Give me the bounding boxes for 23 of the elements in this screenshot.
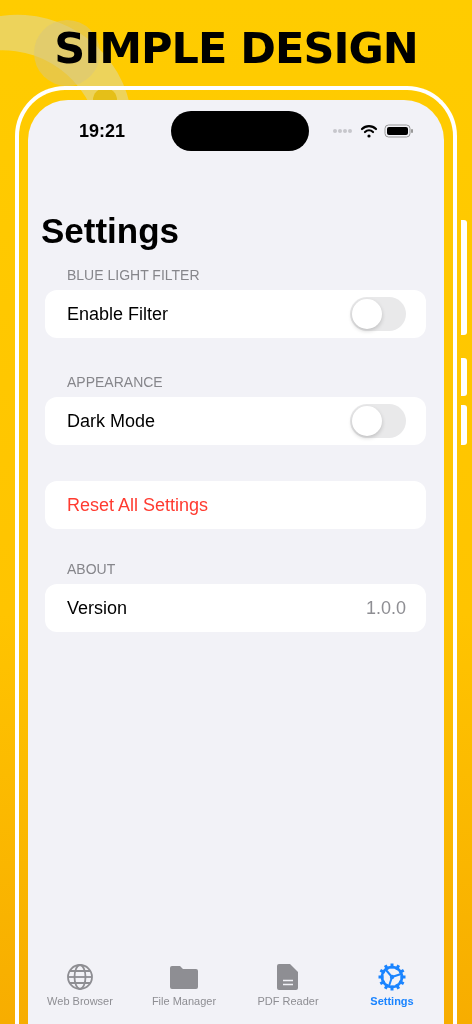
reset-button[interactable]: Reset All Settings (45, 481, 426, 529)
status-time: 19:21 (79, 120, 127, 142)
row-label: Enable Filter (67, 303, 169, 325)
section-header: APPEARANCE (66, 374, 164, 392)
page-title: Settings (41, 210, 181, 252)
headline: SIMPLE DESIGN (54, 22, 418, 74)
battery-icon (384, 124, 414, 138)
tab-item[interactable]: Settings (340, 963, 444, 1007)
row-label: Version (67, 597, 128, 619)
wifi-icon (360, 124, 378, 138)
tab-item[interactable]: PDF Reader (236, 963, 340, 1007)
section-header: ABOUT (66, 561, 117, 579)
toggle-switch[interactable] (350, 297, 406, 331)
section-header: BLUE LIGHT FILTER (66, 267, 201, 285)
settings-icon (377, 963, 407, 991)
tab-item[interactable]: Web Browser (28, 963, 132, 1007)
globe-icon (65, 963, 95, 991)
signal-icon (332, 128, 354, 134)
folder-icon (169, 963, 199, 991)
tab-item[interactable]: File Manager (132, 963, 236, 1007)
row-label: Dark Mode (67, 410, 156, 432)
toggle-switch[interactable] (350, 404, 406, 438)
row-value: 1.0.0 (365, 597, 406, 619)
